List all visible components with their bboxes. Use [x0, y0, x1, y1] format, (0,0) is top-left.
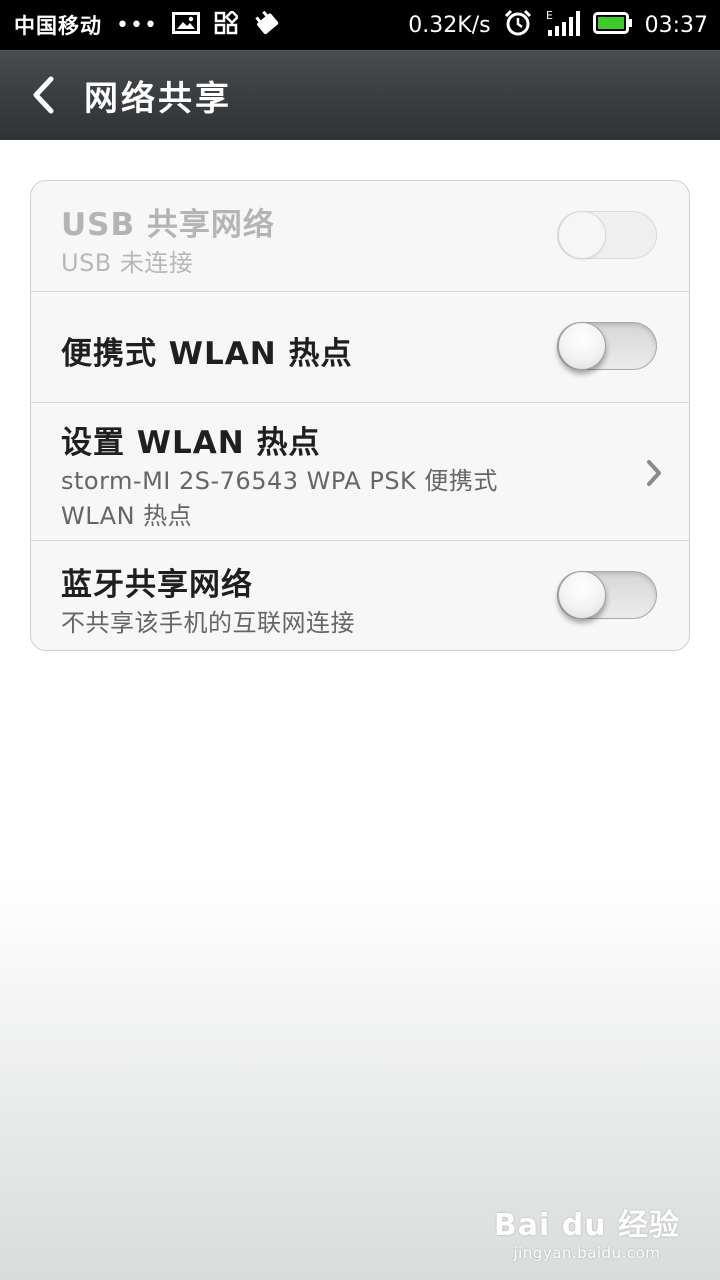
hotspot-setup-row[interactable]: 设置 WLAN 热点 storm-MI 2S-76543 WPA PSK 便携式…	[31, 403, 689, 541]
tethering-settings-list: USB 共享网络 USB 未连接 便携式 WLAN 热点 设置 WLAN 热点 …	[30, 180, 690, 651]
baidu-jingyan-watermark: Bai du 经验 jingyan.baidu.com	[494, 1200, 680, 1262]
usb-tethering-title: USB 共享网络	[61, 207, 275, 243]
chevron-left-icon	[33, 76, 54, 114]
portable-hotspot-toggle[interactable]	[557, 322, 657, 370]
portable-hotspot-title: 便携式 WLAN 热点	[61, 336, 353, 372]
usb-tethering-toggle	[557, 211, 657, 259]
back-button[interactable]	[8, 50, 78, 140]
toggle-knob	[558, 322, 606, 370]
chevron-right-icon	[647, 460, 661, 486]
watermark-url: jingyan.baidu.com	[513, 1244, 661, 1262]
hotspot-setup-summary-line2: WLAN 热点	[61, 502, 193, 530]
toggle-knob	[558, 571, 606, 619]
apps-grid-icon	[214, 9, 240, 40]
carrier-name: 中国移动	[14, 14, 102, 38]
status-bar: 中国移动 ••• 0.32K/s E 03:37	[0, 0, 720, 50]
alarm-clock-icon	[503, 8, 533, 43]
network-speed: 0.32K/s	[408, 12, 491, 38]
usb-tethering-status: USB 未连接	[61, 249, 194, 277]
portable-hotspot-row[interactable]: 便携式 WLAN 热点	[31, 292, 689, 403]
more-notifications-indicator: •••	[116, 12, 158, 38]
hotspot-setup-summary-line1: storm-MI 2S-76543 WPA PSK 便携式	[61, 467, 498, 495]
signal-icon: E	[545, 8, 581, 43]
image-icon	[171, 11, 200, 40]
network-type-label: E	[546, 9, 553, 22]
page-title: 网络共享	[84, 78, 232, 119]
action-bar: 网络共享	[0, 50, 720, 140]
bluetooth-tethering-toggle[interactable]	[557, 571, 657, 619]
battery-icon	[592, 11, 633, 40]
toggle-knob	[558, 211, 606, 259]
clock: 03:37	[644, 12, 708, 38]
hotspot-setup-title: 设置 WLAN 热点	[61, 425, 321, 461]
watermark-logo: Bai du 经验	[493, 1208, 680, 1243]
bluetooth-tethering-title: 蓝牙共享网络	[61, 567, 253, 603]
bluetooth-tethering-row[interactable]: 蓝牙共享网络 不共享该手机的互联网连接	[31, 541, 689, 650]
bluetooth-tethering-status: 不共享该手机的互联网连接	[61, 609, 355, 637]
usb-tethering-row: USB 共享网络 USB 未连接	[31, 181, 689, 292]
usb-debug-icon	[252, 9, 282, 42]
